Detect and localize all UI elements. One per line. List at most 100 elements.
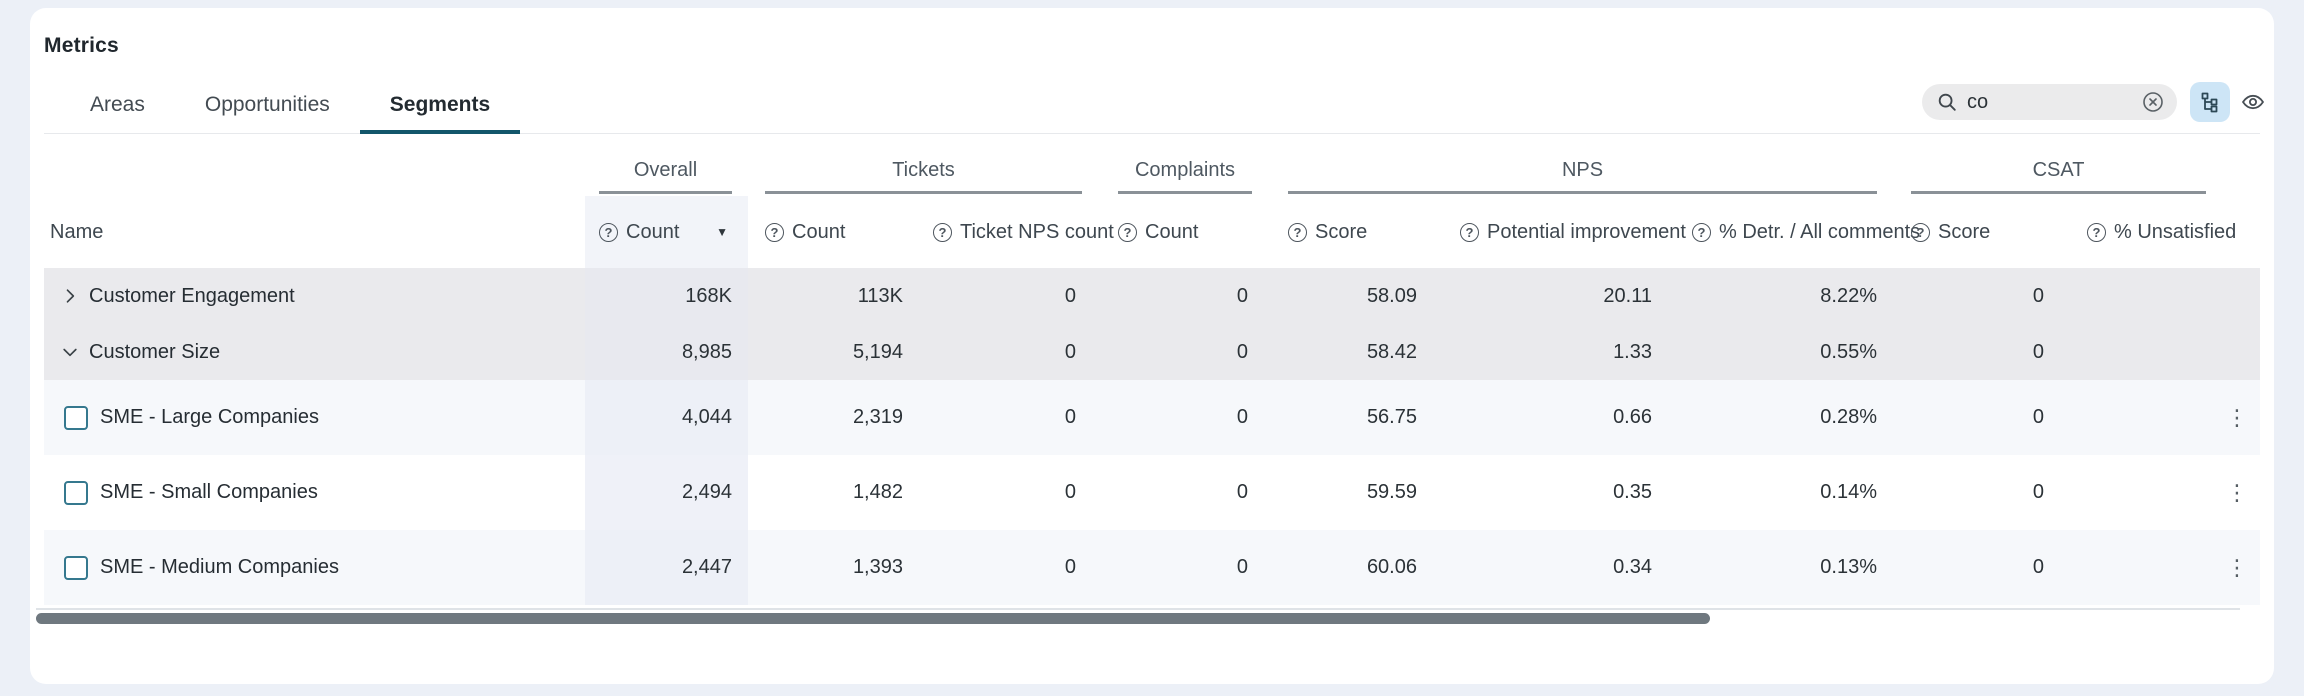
cell-complaints-count: 0: [1084, 324, 1256, 380]
cell-csat-score: 0: [1885, 268, 2052, 324]
cell-complaints-count: 0: [1084, 455, 1256, 530]
sort-desc-icon[interactable]: ▼: [716, 225, 748, 239]
cell-potential-improvement: 0.66: [1425, 380, 1660, 455]
row-checkbox[interactable]: [64, 481, 88, 505]
cell-pct-detr-all-comments: 0.55%: [1660, 324, 1885, 380]
header-nps-score[interactable]: ? Score: [1256, 196, 1425, 268]
group-complaints: Complaints: [1084, 150, 1256, 196]
cell-nps-score: 58.42: [1256, 324, 1425, 380]
help-icon[interactable]: ?: [1911, 223, 1930, 242]
cell-nps-score: 59.59: [1256, 455, 1425, 530]
header-csat-score[interactable]: ? Score: [1885, 196, 2052, 268]
header-pct-detr-all-comments[interactable]: ? % Detr. / All comments: [1660, 196, 1885, 268]
cell-tickets-count: 1,482: [748, 455, 911, 530]
help-icon[interactable]: ?: [1118, 223, 1137, 242]
cell-pct-detr-all-comments: 0.14%: [1660, 455, 1885, 530]
row-name: Customer Size: [89, 341, 220, 364]
clear-search-button[interactable]: [2141, 90, 2165, 114]
cell-ticket-nps-count: 0: [911, 380, 1084, 455]
search-icon: [1936, 91, 1958, 113]
help-icon[interactable]: ?: [1460, 223, 1479, 242]
tree-view-toggle-button[interactable]: [2190, 82, 2230, 122]
group-nps: NPS: [1256, 150, 1885, 196]
horizontal-scrollbar-thumb[interactable]: [36, 613, 1710, 624]
column-group-header-row: Overall Tickets Complaints NPS CSAT: [44, 150, 2260, 196]
cell-nps-score: 56.75: [1256, 380, 1425, 455]
cell-tickets-count: 113K: [748, 268, 911, 324]
row-name: SME - Medium Companies: [100, 556, 339, 579]
table-row-sme-small-companies[interactable]: SME - Small Companies 2,494 1,482 0 0 59…: [44, 455, 2260, 530]
cell-nps-score: 58.09: [1256, 268, 1425, 324]
cell-pct-detr-all-comments: 8.22%: [1660, 268, 1885, 324]
cell-pct-unsatisfied: [2052, 455, 2214, 530]
cell-pct-unsatisfied: [2052, 380, 2214, 455]
help-icon[interactable]: ?: [1288, 223, 1307, 242]
cell-complaints-count: 0: [1084, 530, 1256, 605]
cell-complaints-count: 0: [1084, 380, 1256, 455]
help-icon[interactable]: ?: [933, 223, 952, 242]
cell-tickets-count: 5,194: [748, 324, 911, 380]
cell-pct-unsatisfied: [2052, 324, 2214, 380]
table-bottom-divider: [36, 608, 2240, 610]
table-row-customer-size[interactable]: Customer Size 8,985 5,194 0 0 58.42 1.33…: [44, 324, 2260, 380]
segments-table: Overall Tickets Complaints NPS CSAT Name…: [44, 150, 2260, 605]
metrics-panel: Metrics Areas Opportunities Segments co: [30, 8, 2274, 684]
cell-ticket-nps-count: 0: [911, 530, 1084, 605]
help-icon[interactable]: ?: [599, 223, 618, 242]
chevron-right-icon[interactable]: [60, 286, 80, 306]
row-checkbox[interactable]: [64, 556, 88, 580]
cell-ticket-nps-count: 0: [911, 324, 1084, 380]
table-row-customer-engagement[interactable]: Customer Engagement 168K 113K 0 0 58.09 …: [44, 268, 2260, 324]
cell-ticket-nps-count: 0: [911, 455, 1084, 530]
table-row-sme-large-companies[interactable]: SME - Large Companies 4,044 2,319 0 0 56…: [44, 380, 2260, 455]
header-pct-unsatisfied[interactable]: ? % Unsatisfied: [2052, 196, 2214, 268]
cell-pct-unsatisfied: [2052, 268, 2214, 324]
group-tickets: Tickets: [748, 150, 1084, 196]
cell-pct-detr-all-comments: 0.13%: [1660, 530, 1885, 605]
cell-tickets-count: 1,393: [748, 530, 911, 605]
cell-pct-unsatisfied: [2052, 530, 2214, 605]
header-overall-count[interactable]: ? Count ▼: [585, 196, 748, 268]
header-potential-improvement[interactable]: ? Potential improvement: [1425, 196, 1660, 268]
cell-csat-score: 0: [1885, 324, 2052, 380]
cell-potential-improvement: 20.11: [1425, 268, 1660, 324]
cell-overall-count: 2,494: [585, 455, 748, 530]
cell-csat-score: 0: [1885, 455, 2052, 530]
tab-opportunities[interactable]: Opportunities: [175, 83, 360, 134]
search-value: co: [1967, 91, 2141, 114]
help-icon[interactable]: ?: [765, 223, 784, 242]
search-input[interactable]: co: [1922, 84, 2177, 120]
cell-csat-score: 0: [1885, 530, 2052, 605]
page-title: Metrics: [44, 34, 119, 58]
cell-pct-detr-all-comments: 0.28%: [1660, 380, 1885, 455]
cell-potential-improvement: 0.35: [1425, 455, 1660, 530]
row-actions-kebab-icon[interactable]: ⋮: [2214, 455, 2260, 530]
cell-nps-score: 60.06: [1256, 530, 1425, 605]
help-icon[interactable]: ?: [2087, 223, 2106, 242]
table-row-sme-medium-companies[interactable]: SME - Medium Companies 2,447 1,393 0 0 6…: [44, 530, 2260, 605]
header-ticket-nps-count[interactable]: ? Ticket NPS count: [911, 196, 1084, 268]
header-name: Name: [44, 196, 585, 268]
cell-csat-score: 0: [1885, 380, 2052, 455]
tab-segments[interactable]: Segments: [360, 83, 520, 134]
group-csat: CSAT: [1885, 150, 2214, 196]
row-name: Customer Engagement: [89, 285, 295, 308]
visibility-toggle-button[interactable]: [2236, 88, 2270, 116]
row-checkbox[interactable]: [64, 406, 88, 430]
row-actions-kebab-icon[interactable]: ⋮: [2214, 530, 2260, 605]
group-overall: Overall: [585, 150, 748, 196]
cell-overall-count: 8,985: [585, 324, 748, 380]
cell-complaints-count: 0: [1084, 268, 1256, 324]
cell-potential-improvement: 0.34: [1425, 530, 1660, 605]
cell-potential-improvement: 1.33: [1425, 324, 1660, 380]
tab-areas[interactable]: Areas: [60, 83, 175, 134]
row-actions-kebab-icon[interactable]: ⋮: [2214, 380, 2260, 455]
cell-overall-count: 2,447: [585, 530, 748, 605]
cell-overall-count: 168K: [585, 268, 748, 324]
header-tickets-count[interactable]: ? Count: [748, 196, 911, 268]
column-header-row: Name ? Count ▼ ? Count ? Ticket NPS coun…: [44, 196, 2260, 268]
header-complaints-count[interactable]: ? Count: [1084, 196, 1256, 268]
chevron-down-icon[interactable]: [60, 342, 80, 362]
cell-ticket-nps-count: 0: [911, 268, 1084, 324]
help-icon[interactable]: ?: [1692, 223, 1711, 242]
